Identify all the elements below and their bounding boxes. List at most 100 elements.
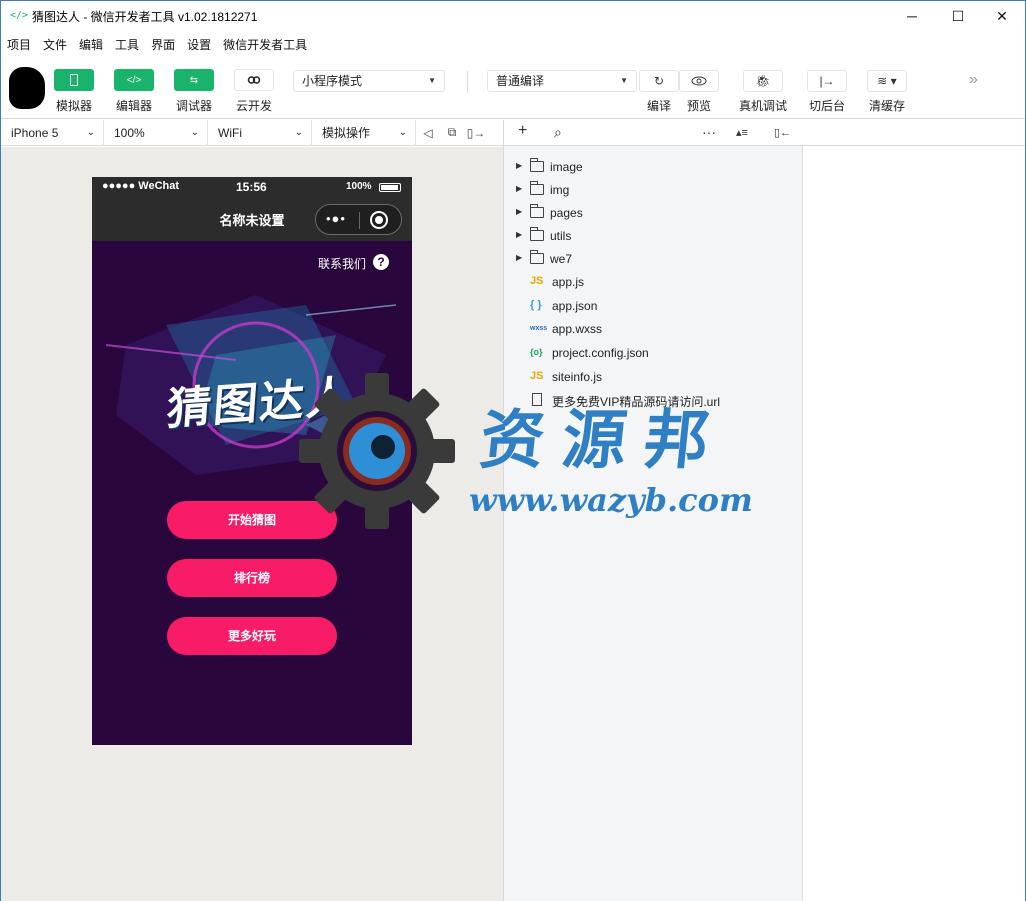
collapse-icon[interactable]: ▴≡ [736, 126, 748, 139]
mode-select[interactable]: 小程序模式 ▼ [293, 70, 445, 92]
expand-arrow-icon[interactable]: ▶ [516, 207, 522, 216]
operation-select[interactable]: 模拟操作 ⌄ [312, 119, 416, 146]
more-dots-icon[interactable]: •●• [326, 211, 346, 226]
bug-icon: 🐞︎ [755, 74, 771, 88]
js-file-icon: JS [530, 275, 544, 287]
device-value: iPhone 5 [11, 125, 59, 140]
zoom-value: 100% [114, 125, 145, 140]
more-icon[interactable]: ··· [702, 124, 716, 140]
device-bar: iPhone 5 ⌄ 100% ⌄ WiFi ⌄ 模拟操作 ⌄ ◁ ⧉ ▯→ [1, 119, 503, 146]
compile-button[interactable]: ↻ [639, 70, 679, 92]
menu-file[interactable]: 文件 [43, 36, 67, 53]
network-select[interactable]: WiFi ⌄ [208, 119, 312, 146]
folder-name: we7 [550, 252, 573, 266]
file-name: app.wxss [552, 322, 603, 336]
file-item[interactable]: JS app.js [504, 271, 803, 295]
start-guess-button[interactable]: 开始猜图 [167, 501, 337, 539]
window-icon[interactable]: ⧉ [440, 125, 464, 140]
expand-arrow-icon[interactable]: ▶ [516, 253, 522, 262]
switch-background-icon: |→ [819, 74, 835, 88]
expand-arrow-icon[interactable]: ▶ [516, 161, 522, 170]
simulator-toggle-button[interactable] [54, 69, 94, 91]
avatar[interactable] [9, 67, 45, 109]
leaderboard-button[interactable]: 排行榜 [167, 559, 337, 597]
right-pane [803, 120, 1025, 901]
menu-view[interactable]: 界面 [151, 36, 175, 53]
minimize-button[interactable]: ─ [889, 1, 935, 31]
devtools-window: </> 猜图达人 - 微信开发者工具 v1.02.1812271 ─ ☐ ✕ 项… [0, 0, 1026, 901]
expand-more-icon[interactable]: » [969, 71, 978, 89]
menu-edit[interactable]: 编辑 [79, 36, 103, 53]
close-miniprogram-icon[interactable] [370, 211, 388, 229]
background-label: 切后台 [808, 99, 845, 113]
debugger-toggle-button[interactable]: ⇆ [174, 69, 214, 91]
cloud-dev-label: 云开发 [235, 99, 272, 113]
background-button[interactable]: |→ [807, 70, 847, 92]
compile-mode-select[interactable]: 普通编译 ▼ [487, 70, 637, 92]
battery-icon [379, 183, 401, 192]
folder-icon [530, 250, 544, 264]
more-fun-button[interactable]: 更多好玩 [167, 617, 337, 655]
js-file-icon: JS [530, 370, 544, 382]
expand-arrow-icon[interactable]: ▶ [516, 184, 522, 193]
file-item[interactable]: JS siteinfo.js [504, 366, 803, 389]
folder-item[interactable]: ▶ img [504, 179, 803, 202]
editor-toggle-button[interactable]: </> [114, 69, 154, 91]
debug-icon: ⇆ [189, 74, 199, 86]
capsule-divider [359, 212, 360, 229]
clock: 15:56 [236, 180, 267, 194]
zoom-select[interactable]: 100% ⌄ [104, 119, 208, 146]
wxss-file-icon: wxss [530, 325, 548, 332]
caret-down-icon: ▼ [620, 76, 628, 85]
debugger-label: 调试器 [175, 99, 212, 113]
file-name: project.config.json [552, 346, 649, 360]
folder-item[interactable]: ▶ image [504, 156, 803, 179]
file-item[interactable]: {o} project.config.json [504, 342, 803, 366]
device-select[interactable]: iPhone 5 ⌄ [1, 119, 104, 146]
volume-icon[interactable]: ◁ [416, 126, 440, 140]
code-icon: </> [126, 74, 142, 86]
window-title: 猜图达人 - 微信开发者工具 v1.02.1812271 [32, 9, 258, 24]
search-icon[interactable]: ⌕ [554, 124, 562, 141]
menu-project[interactable]: 项目 [7, 36, 31, 53]
file-item[interactable]: { } app.json [504, 295, 803, 318]
menu-devtools[interactable]: 微信开发者工具 [223, 36, 307, 53]
nav-bar: 名称未设置 •●• [92, 197, 412, 241]
folder-icon [530, 181, 544, 195]
add-icon[interactable]: + [518, 122, 527, 140]
preview-label: 预览 [686, 99, 711, 113]
split-icon[interactable]: ▯← [774, 126, 791, 139]
chevron-down-icon: ⌄ [294, 126, 303, 138]
folder-item[interactable]: ▶ utils [504, 225, 803, 248]
clear-cache-button[interactable]: ≋ ▾ [867, 70, 907, 92]
toolbar: 模拟器 </> 编辑器 ⇆ 调试器 云开发 小程序模式 ▼ 普通编译 ▼ ↻ 编… [1, 57, 1025, 119]
menu-bar: 项目 文件 编辑 工具 界面 设置 微信开发者工具 [1, 31, 1025, 57]
operation-value: 模拟操作 [322, 125, 371, 140]
simulator-area: ●●●●● WeChat 15:56 100% 名称未设置 •●• 联系我们 ? [1, 147, 503, 901]
file-item[interactable]: wxss app.wxss [504, 318, 803, 342]
folder-item[interactable]: ▶ we7 [504, 248, 803, 271]
folder-icon [530, 204, 544, 218]
detach-icon[interactable]: ▯→ [464, 126, 488, 140]
file-name: 更多免费VIP精品源码请访问.url [552, 395, 721, 409]
clear-cache-label: 清缓存 [868, 99, 905, 113]
menu-settings[interactable]: 设置 [187, 36, 211, 53]
menu-tools[interactable]: 工具 [115, 36, 139, 53]
file-item[interactable]: 更多免费VIP精品源码请访问.url [504, 389, 803, 412]
close-button[interactable]: ✕ [979, 1, 1025, 31]
menu-capsule[interactable]: •●• [315, 204, 402, 235]
folder-icon [530, 227, 544, 241]
maximize-button[interactable]: ☐ [935, 1, 981, 31]
file-name: app.json [552, 299, 598, 313]
contact-us-link[interactable]: 联系我们 [318, 255, 366, 272]
right-pane-header [803, 120, 1025, 146]
chevron-down-icon: ⌄ [398, 126, 407, 138]
explorer-toolbar: + ⌕ ··· ▴≡ ▯← [504, 120, 803, 146]
help-icon[interactable]: ? [373, 254, 389, 270]
preview-button[interactable] [679, 70, 719, 92]
remote-debug-button[interactable]: 🐞︎ [743, 70, 783, 92]
folder-item[interactable]: ▶ pages [504, 202, 803, 225]
signal-text: ●●●●● WeChat [102, 180, 180, 192]
expand-arrow-icon[interactable]: ▶ [516, 230, 522, 239]
cloud-dev-button[interactable] [234, 69, 274, 91]
